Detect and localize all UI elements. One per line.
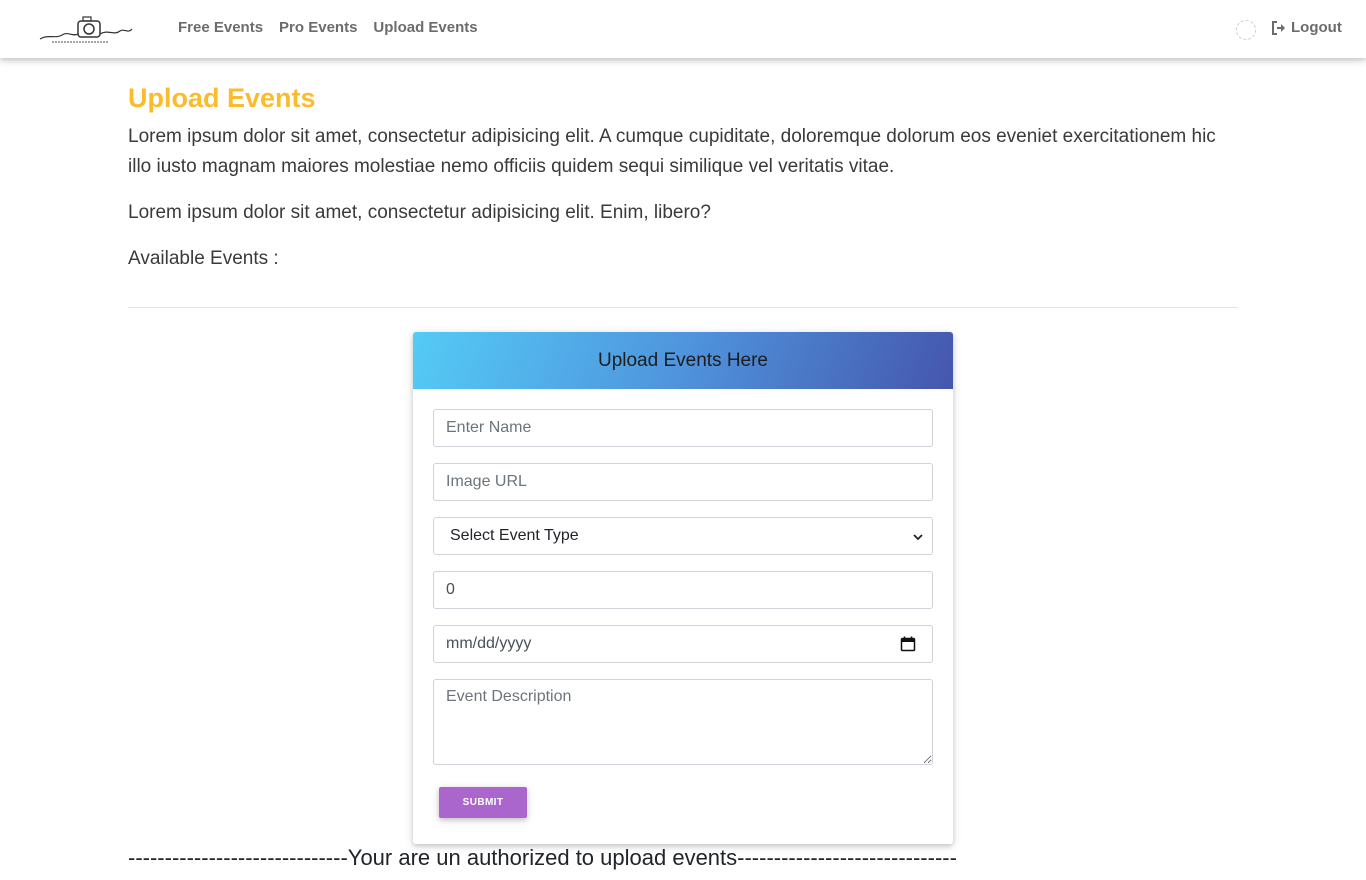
event-type-selected-value: Select Event Type	[450, 527, 579, 544]
nav-link-pro-events[interactable]: Pro Events	[279, 19, 357, 36]
nav-link-free-events[interactable]: Free Events	[178, 19, 263, 36]
brand-logo[interactable]	[38, 12, 134, 46]
chevron-down-icon	[913, 534, 923, 541]
divider	[128, 307, 1238, 308]
avatar[interactable]	[1236, 20, 1256, 40]
nav-links: Free Events Pro Events Upload Events	[178, 19, 478, 36]
upload-form: Select Event Type mm/dd/yyyy SUBMIT	[413, 389, 953, 818]
upload-form-card: Upload Events Here Select Event Type mm/…	[413, 332, 953, 844]
intro-paragraph: Lorem ipsum dolor sit amet, consectetur …	[128, 126, 1216, 177]
unauthorized-message: ------------------------------Your are u…	[128, 845, 957, 870]
card-title: Upload Events Here	[597, 349, 769, 371]
logout-label: Logout	[1291, 19, 1342, 36]
main-content: Upload Events Lorem ipsum dolor sit amet…	[128, 80, 1238, 290]
available-events-label: Available Events :	[128, 248, 279, 269]
submit-button[interactable]: SUBMIT	[439, 787, 527, 818]
secondary-paragraph: Lorem ipsum dolor sit amet, consectetur …	[128, 202, 711, 223]
image-url-input[interactable]	[433, 463, 933, 501]
page-title: Upload Events	[128, 83, 316, 113]
date-placeholder: mm/dd/yyyy	[446, 635, 532, 652]
price-input[interactable]	[433, 571, 933, 609]
name-input[interactable]	[433, 409, 933, 447]
event-type-select[interactable]: Select Event Type	[433, 517, 933, 555]
calendar-icon[interactable]	[900, 636, 916, 652]
description-textarea[interactable]	[433, 679, 933, 765]
camera-logo-icon	[39, 16, 133, 43]
date-input[interactable]: mm/dd/yyyy	[433, 625, 933, 663]
logout-button[interactable]: Logout	[1271, 19, 1342, 36]
sign-out-icon	[1272, 20, 1285, 35]
navbar: Free Events Pro Events Upload Events Log…	[0, 0, 1366, 58]
nav-link-upload-events[interactable]: Upload Events	[373, 19, 477, 36]
card-header: Upload Events Here	[413, 332, 953, 389]
